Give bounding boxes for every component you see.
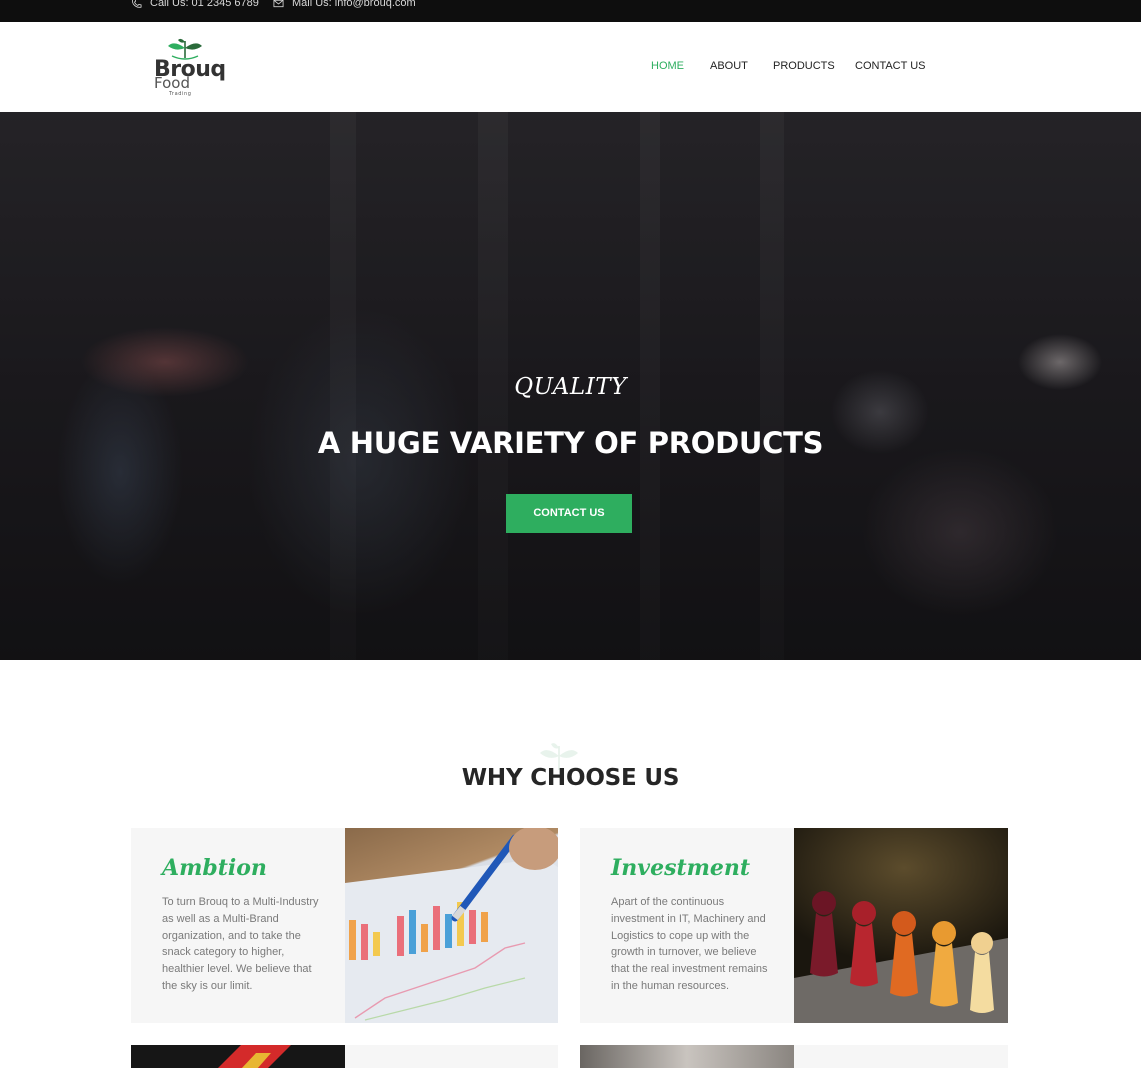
feature-card bbox=[580, 1045, 1008, 1068]
chart-photo-illustration bbox=[345, 828, 558, 1023]
card-photo-image bbox=[131, 1045, 345, 1068]
pawns-photo-illustration bbox=[794, 891, 1008, 1023]
mail-text: Mail Us: info@brouq.com bbox=[292, 0, 416, 9]
mail-contact[interactable]: Mail Us: info@brouq.com bbox=[273, 0, 416, 20]
card-photo-image bbox=[580, 1045, 794, 1068]
top-bar: Call Us: 01 2345 6789 Mail Us: info@brou… bbox=[0, 0, 1141, 22]
brand-logo[interactable]: Brouq Food Trading bbox=[152, 38, 226, 100]
hero-subtitle: QUALITY bbox=[514, 374, 627, 400]
nav-products[interactable]: PRODUCTS bbox=[773, 60, 835, 72]
card-title: Ambtion bbox=[162, 855, 267, 881]
mail-icon bbox=[273, 0, 284, 8]
feature-card: Investment Apart of the continuous inves… bbox=[580, 828, 1008, 1023]
pawns-photo-image bbox=[794, 828, 1008, 1023]
hero-contact-button[interactable]: CONTACT US bbox=[506, 494, 632, 533]
phone-text: Call Us: 01 2345 6789 bbox=[150, 0, 259, 9]
nav-contact-us[interactable]: CONTACT US bbox=[855, 60, 926, 72]
page: Call Us: 01 2345 6789 Mail Us: info@brou… bbox=[0, 0, 1141, 1068]
card-text: To turn Brouq to a Multi-Industry as wel… bbox=[162, 896, 319, 992]
phone-contact[interactable]: Call Us: 01 2345 6789 bbox=[131, 0, 259, 20]
card-photo-illustration bbox=[218, 1045, 291, 1068]
chart-photo-image bbox=[345, 828, 558, 1023]
site-header: Brouq Food Trading HOME ABOUT PRODUCTS C… bbox=[0, 22, 1141, 112]
section-title: WHY CHOOSE US bbox=[461, 765, 680, 791]
logo-tagline: Trading bbox=[169, 91, 192, 97]
feature-card: Ambtion To turn Brouq to a Multi-Industr… bbox=[131, 828, 558, 1023]
hero-slider: QUALITY A HUGE VARIETY OF PRODUCTS CONTA… bbox=[0, 112, 1141, 660]
feature-card bbox=[131, 1045, 558, 1068]
phone-icon bbox=[132, 0, 142, 8]
nav-home[interactable]: HOME bbox=[651, 60, 684, 72]
card-title: Investment bbox=[611, 855, 751, 881]
hero-title: A HUGE VARIETY OF PRODUCTS bbox=[317, 426, 824, 460]
nav-about[interactable]: ABOUT bbox=[710, 60, 748, 72]
logo-food-text: Food bbox=[154, 74, 190, 92]
card-text: Apart of the continuous investment in IT… bbox=[611, 896, 768, 992]
